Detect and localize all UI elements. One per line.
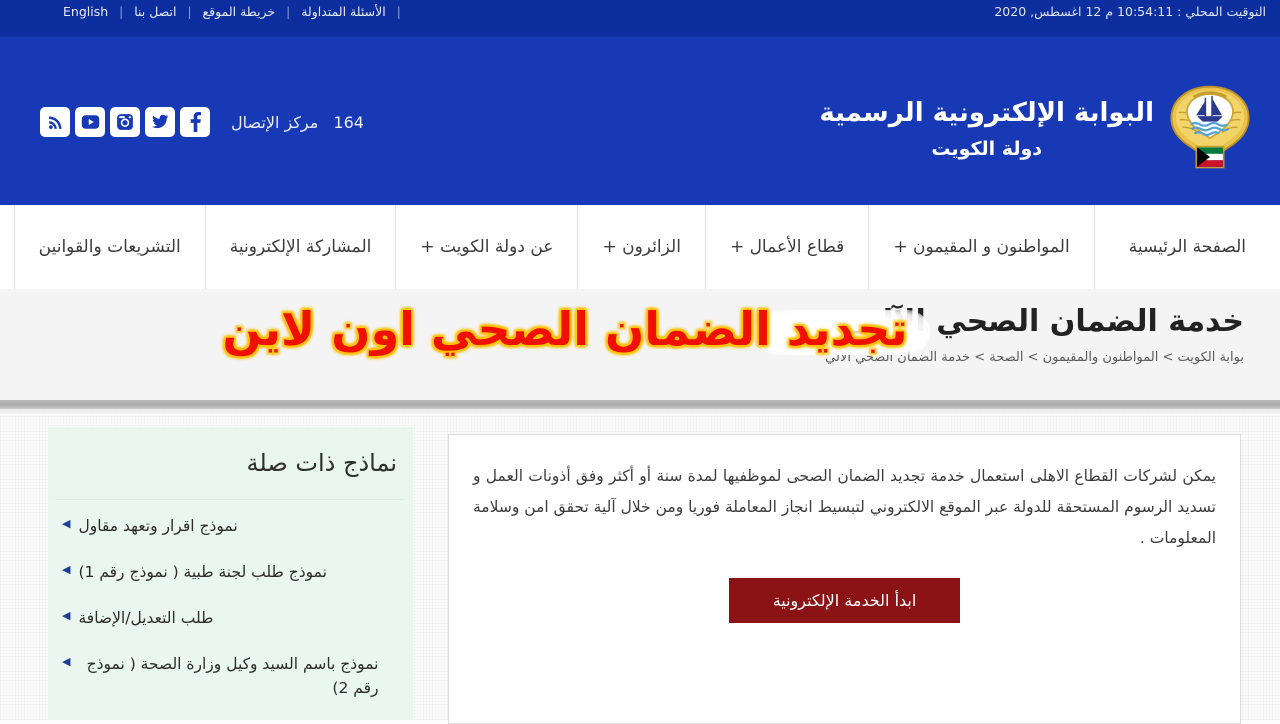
- list-item[interactable]: نموذج اقرار وتعهد مقاول ◀: [48, 514, 413, 538]
- bullet-icon: ◀: [62, 655, 71, 669]
- site-header: 164 مركز الإتصال البوابة الإلكترونية الر…: [0, 37, 1280, 205]
- top-link-faq[interactable]: الأسئلة المتداولة: [290, 0, 397, 24]
- nav-item-visitors[interactable]: الزائرون +: [577, 205, 704, 289]
- start-e-service-button[interactable]: ابدأ الخدمة الإلكترونية: [728, 578, 961, 623]
- service-description-card: يمكن لشركات القطاع الاهلى استعمال خدمة ت…: [448, 434, 1241, 724]
- nav-item-business-sector[interactable]: قطاع الأعمال +: [704, 205, 868, 289]
- bullet-icon: ◀: [62, 609, 71, 623]
- list-item[interactable]: نموذج طلب لجنة طبية ( نموذج رقم 1) ◀: [48, 560, 413, 584]
- rss-icon[interactable]: [40, 107, 70, 137]
- youtube-icon[interactable]: [75, 107, 105, 137]
- nav-item-about-kuwait[interactable]: عن دولة الكويت +: [395, 205, 577, 289]
- page-banner: خدمة الضمان الصحي الآلي بوابة الكويت > ا…: [0, 289, 1280, 400]
- top-link-english[interactable]: English: [52, 0, 119, 24]
- section-divider: [0, 400, 1280, 409]
- call-center: 164 مركز الإتصال: [231, 113, 364, 132]
- twitter-icon[interactable]: [145, 107, 175, 137]
- nav-item-e-participation[interactable]: المشاركة الإلكترونية: [204, 205, 396, 289]
- list-item[interactable]: طلب التعديل/الإضافة ◀: [48, 606, 413, 630]
- sidebar-title: نماذج ذات صلة: [246, 449, 397, 477]
- top-separator: |: [396, 5, 401, 19]
- main-navigation: الصفحة الرئيسية المواطنون و المقيمون + ق…: [0, 205, 1280, 290]
- list-item[interactable]: نموذج باسم السيد وكيل وزارة الصحة ( نموذ…: [48, 652, 413, 700]
- call-center-number: 164: [333, 112, 364, 132]
- list-item-label: نموذج طلب لجنة طبية ( نموذج رقم 1): [78, 563, 327, 582]
- brand-title: البوابة الإلكترونية الرسمية: [819, 98, 1154, 128]
- redaction-patch: [755, 310, 930, 355]
- instagram-icon[interactable]: [110, 107, 140, 137]
- list-item-label: نموذج اقرار وتعهد مقاول: [78, 517, 238, 535]
- nav-item-citizens-residents[interactable]: المواطنون و المقيمون +: [868, 205, 1093, 289]
- service-description-text: يمكن لشركات القطاع الاهلى استعمال خدمة ت…: [473, 467, 1216, 547]
- start-button-wrap: ابدأ الخدمة الإلكترونية: [449, 578, 1240, 623]
- list-item-label: طلب التعديل/الإضافة: [78, 609, 214, 628]
- related-forms-sidebar: نماذج ذات صلة نموذج اقرار وتعهد مقاول ◀ …: [48, 427, 413, 720]
- sidebar-header: نماذج ذات صلة: [48, 427, 413, 499]
- top-links: English | اتصل بنا | خريطة الموقع | الأس…: [52, 0, 401, 24]
- bullet-icon: ◀: [62, 563, 71, 577]
- nav-item-home[interactable]: الصفحة الرئيسية: [1093, 205, 1280, 289]
- brand-block[interactable]: البوابة الإلكترونية الرسمية دولة الكويت: [819, 81, 1260, 177]
- local-time-label: التوقيت المحلي : 10:54:11 م 12 اغسطس, 20…: [994, 4, 1266, 19]
- top-utility-bar: English | اتصل بنا | خريطة الموقع | الأس…: [0, 0, 1280, 37]
- brand-text: البوابة الإلكترونية الرسمية دولة الكويت: [819, 81, 1154, 160]
- list-item-label: نموذج باسم السيد وكيل وزارة الصحة ( نموذ…: [86, 655, 379, 698]
- top-link-sitemap[interactable]: خريطة الموقع: [192, 0, 287, 24]
- call-center-label: مركز الإتصال: [231, 112, 319, 132]
- content-area: يمكن لشركات القطاع الاهلى استعمال خدمة ت…: [0, 413, 1280, 724]
- facebook-icon[interactable]: [180, 107, 210, 137]
- kuwait-state-emblem-icon: [1164, 81, 1256, 177]
- top-link-contact-us[interactable]: اتصل بنا: [123, 0, 187, 24]
- related-forms-list: نموذج اقرار وتعهد مقاول ◀ نموذج طلب لجنة…: [48, 500, 413, 700]
- bullet-icon: ◀: [62, 517, 71, 530]
- nav-item-legislation-laws[interactable]: التشريعات والقوانين: [13, 205, 205, 289]
- brand-subtitle: دولة الكويت: [931, 137, 1043, 160]
